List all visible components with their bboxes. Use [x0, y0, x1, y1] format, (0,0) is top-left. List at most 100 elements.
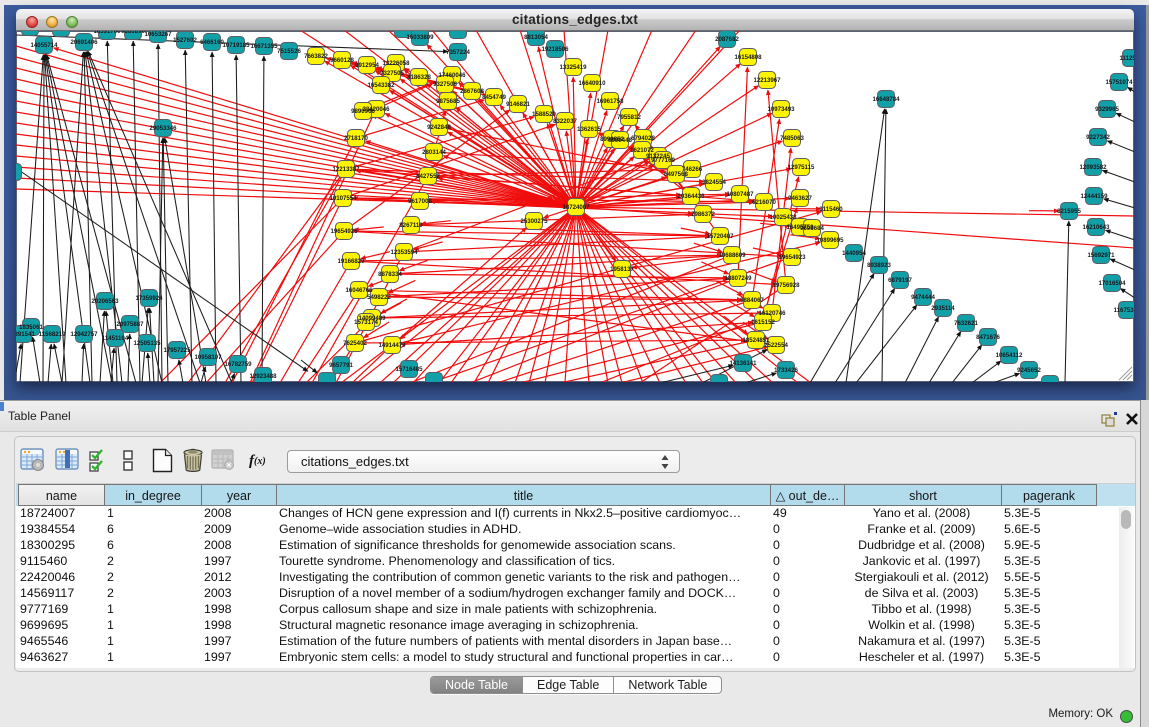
svg-text:13325419: 13325419: [559, 64, 587, 71]
svg-text:16961758: 16961758: [596, 98, 624, 105]
svg-text:25300275: 25300275: [520, 218, 548, 225]
svg-text:7663822: 7663822: [304, 53, 328, 60]
svg-text:9657791: 9657791: [329, 362, 353, 369]
svg-text:6794028: 6794028: [631, 135, 655, 142]
svg-text:9242848: 9242848: [427, 124, 451, 131]
svg-text:12942757: 12942757: [70, 331, 98, 338]
svg-text:16782759: 16782759: [224, 361, 252, 368]
svg-text:8454749: 8454749: [482, 94, 506, 101]
svg-text:2087682: 2087682: [715, 36, 739, 43]
svg-text:6497568: 6497568: [664, 171, 688, 178]
svg-text:20206563: 20206563: [91, 298, 119, 305]
svg-text:12444159: 12444159: [1080, 193, 1108, 200]
svg-text:6879197: 6879197: [888, 277, 912, 284]
svg-text:8322037: 8322037: [553, 118, 577, 125]
svg-text:10973493: 10973493: [767, 106, 795, 113]
svg-text:9245652: 9245652: [1017, 367, 1041, 374]
svg-text:9617008: 9617008: [408, 198, 432, 205]
svg-text:8427552: 8427552: [416, 173, 440, 180]
svg-text:8267110: 8267110: [399, 222, 423, 229]
svg-text:2522554: 2522554: [764, 342, 788, 349]
svg-text:3824554: 3824554: [702, 179, 726, 186]
svg-text:10688609: 10688609: [718, 252, 746, 259]
svg-text:16671355: 16671355: [250, 43, 278, 50]
svg-text:8912954: 8912954: [355, 62, 379, 69]
svg-text:9990448: 9990448: [608, 137, 632, 144]
svg-text:12505135: 12505135: [133, 340, 161, 347]
svg-text:9884067: 9884067: [740, 297, 764, 304]
svg-text:7485063: 7485063: [780, 135, 804, 142]
svg-text:10025438: 10025438: [769, 214, 797, 221]
svg-text:1958137: 1958137: [610, 266, 634, 273]
svg-text:2803144: 2803144: [422, 149, 446, 156]
svg-text:9698684: 9698684: [800, 225, 824, 232]
svg-text:14914479: 14914479: [378, 342, 406, 349]
svg-text:1573174: 1573174: [354, 319, 378, 326]
svg-text:12213967: 12213967: [753, 77, 781, 84]
svg-text:17957225: 17957225: [163, 347, 191, 354]
svg-text:16120746: 16120746: [758, 310, 786, 317]
svg-text:(x): (x): [254, 456, 266, 467]
svg-text:12213387: 12213387: [332, 166, 360, 173]
svg-text:20364436: 20364436: [677, 193, 705, 200]
svg-text:15720407: 15720407: [706, 233, 734, 240]
svg-text:9886890: 9886890: [121, 31, 145, 35]
svg-text:10107554: 10107554: [329, 195, 357, 202]
svg-text:9327505: 9327505: [380, 70, 404, 77]
svg-text:15751074: 15751074: [1105, 79, 1133, 86]
svg-text:12923488: 12923488: [249, 373, 277, 380]
svg-text:19756928: 19756928: [772, 282, 800, 289]
svg-text:14055714: 14055714: [30, 42, 58, 49]
svg-text:10958107: 10958107: [194, 354, 222, 361]
svg-text:11451194: 11451194: [102, 335, 129, 342]
svg-text:9115460: 9115460: [819, 206, 843, 213]
svg-text:19166829: 19166829: [337, 258, 365, 265]
svg-text:18724007: 18724007: [562, 204, 590, 211]
svg-text:9875685: 9875685: [436, 98, 460, 105]
svg-text:10899695: 10899695: [816, 237, 844, 244]
svg-text:16210643: 16210643: [1082, 224, 1110, 231]
svg-text:9327508: 9327508: [433, 81, 457, 88]
svg-text:20975887: 20975887: [116, 321, 144, 328]
svg-text:16648784: 16648784: [872, 96, 900, 103]
svg-text:5498222: 5498222: [367, 294, 391, 301]
svg-text:8215955: 8215955: [1057, 208, 1081, 215]
svg-text:16543382: 16543382: [367, 82, 395, 89]
svg-text:9463627: 9463627: [788, 195, 812, 202]
svg-text:19654925: 19654925: [330, 228, 358, 235]
svg-text:6216070: 6216070: [752, 199, 776, 206]
svg-text:2935114: 2935114: [931, 305, 955, 312]
svg-text:17359924: 17359924: [135, 295, 163, 302]
svg-text:9227342: 9227342: [1086, 134, 1110, 141]
svg-text:16046766: 16046766: [345, 287, 373, 294]
svg-text:6466160: 6466160: [200, 39, 224, 46]
svg-text:7625402: 7625402: [343, 340, 367, 347]
svg-text:1588520: 1588520: [532, 111, 556, 118]
svg-text:18807249: 18807249: [724, 275, 752, 282]
svg-text:9391541: 9391541: [16, 331, 35, 338]
svg-text:1527602: 1527602: [173, 37, 197, 44]
svg-text:8878334: 8878334: [378, 271, 402, 278]
svg-text:16154808: 16154808: [734, 54, 762, 61]
svg-text:10654112: 10654112: [996, 352, 1023, 359]
svg-text:20691406: 20691406: [70, 39, 98, 46]
svg-text:15692971: 15692971: [1087, 252, 1115, 259]
svg-text:9146821: 9146821: [506, 101, 530, 108]
svg-text:7357224: 7357224: [446, 49, 470, 56]
svg-text:12093582: 12093582: [1079, 164, 1107, 171]
svg-text:1440954: 1440954: [842, 250, 866, 257]
svg-text:10807487: 10807487: [726, 191, 754, 198]
svg-text:7986372: 7986372: [691, 211, 715, 218]
svg-text:9890966: 9890966: [351, 108, 375, 115]
svg-text:16640910: 16640910: [578, 80, 606, 87]
svg-text:8471676: 8471676: [976, 334, 1000, 341]
svg-text:2867608: 2867608: [460, 88, 484, 95]
svg-text:7515526: 7515526: [277, 48, 301, 55]
svg-text:1112552: 1112552: [1119, 55, 1134, 62]
svg-text:29053346: 29053346: [149, 125, 177, 132]
svg-text:10653267: 10653267: [144, 31, 172, 38]
svg-text:1615152: 1615152: [751, 319, 775, 326]
svg-text:1362615: 1362615: [577, 126, 601, 133]
svg-text:8186328: 8186328: [407, 74, 431, 81]
svg-text:12975115: 12975115: [788, 164, 815, 171]
